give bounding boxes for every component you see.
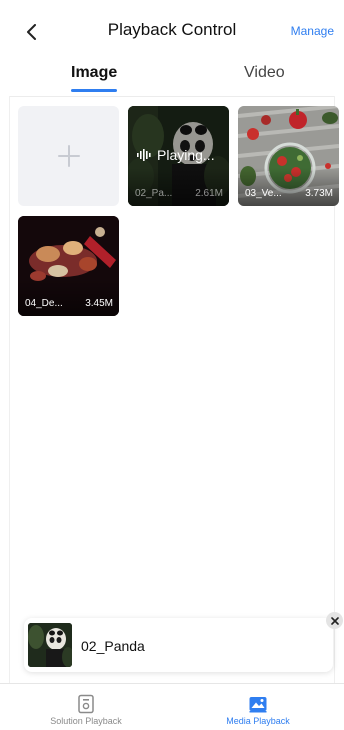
close-mini-player-button[interactable] bbox=[326, 612, 343, 629]
mini-player-thumbnail bbox=[28, 623, 72, 667]
tab-divider bbox=[10, 96, 334, 97]
add-media-button[interactable] bbox=[18, 106, 119, 206]
tile-gradient bbox=[18, 278, 119, 316]
media-name: 04_De... bbox=[25, 298, 63, 309]
media-name: 03_Ve... bbox=[245, 188, 282, 199]
playing-indicator: Playing... bbox=[137, 147, 215, 163]
active-tab-indicator bbox=[71, 89, 117, 92]
nav-solution-playback[interactable]: Solution Playback bbox=[0, 684, 172, 730]
media-tile-vegetables[interactable]: 03_Ve... 3.73M bbox=[238, 106, 339, 206]
media-size: 3.45M bbox=[85, 298, 113, 309]
playing-status: Playing... bbox=[157, 147, 215, 163]
mini-player-title: 02_Panda bbox=[81, 638, 145, 654]
close-icon bbox=[330, 616, 339, 625]
manage-button[interactable]: Manage bbox=[291, 24, 334, 38]
plus-icon bbox=[57, 145, 80, 167]
solution-playback-icon bbox=[78, 694, 94, 714]
top-bar: Playback Control Manage bbox=[0, 0, 344, 62]
tab-video[interactable]: Video bbox=[244, 64, 285, 82]
media-tile-dessert[interactable]: 04_De... 3.45M bbox=[18, 216, 119, 316]
nav-label: Media Playback bbox=[226, 716, 290, 726]
content-border-left bbox=[9, 96, 10, 683]
tile-gradient bbox=[238, 168, 339, 206]
nav-media-playback[interactable]: Media Playback bbox=[172, 684, 344, 730]
tile-gradient bbox=[128, 168, 229, 206]
media-name: 02_Pa... bbox=[135, 188, 173, 199]
media-playback-icon bbox=[249, 697, 267, 713]
nav-label: Solution Playback bbox=[50, 716, 122, 726]
panda-thumbnail bbox=[28, 623, 72, 667]
audio-wave-icon bbox=[137, 149, 151, 161]
mini-player[interactable]: 02_Panda bbox=[24, 618, 333, 672]
media-tile-panda[interactable]: Playing... 02_Pa... 2.61M bbox=[128, 106, 229, 206]
bottom-nav: Solution Playback Media Playback bbox=[0, 683, 344, 730]
media-size: 2.61M bbox=[195, 188, 223, 199]
media-size: 3.73M bbox=[305, 188, 333, 199]
media-type-tabs: Image Video bbox=[0, 62, 344, 96]
tab-image[interactable]: Image bbox=[71, 64, 117, 82]
